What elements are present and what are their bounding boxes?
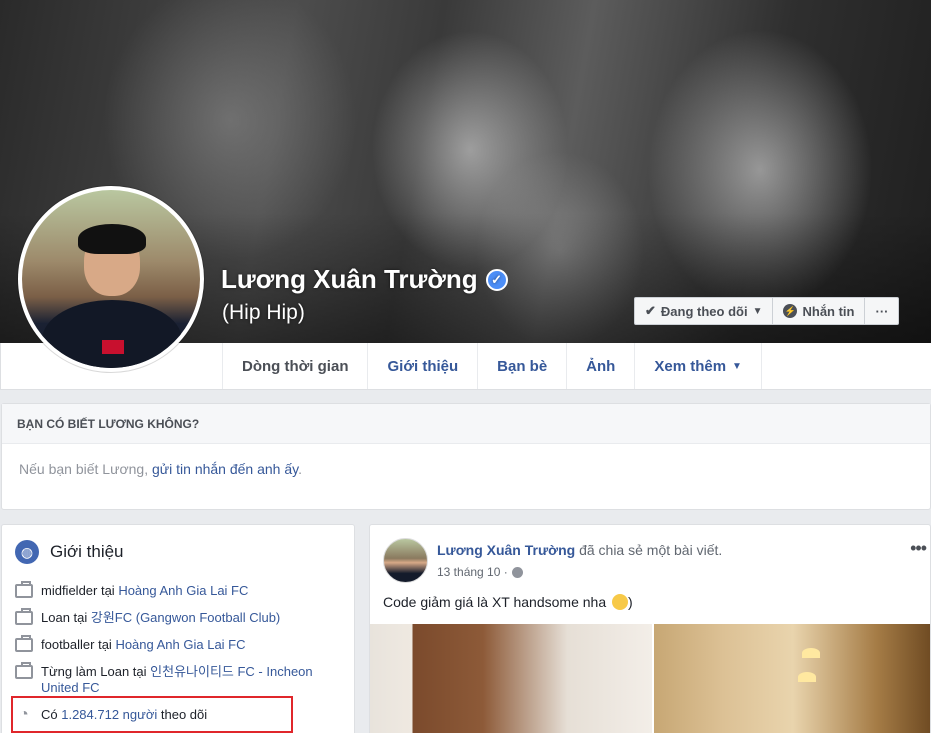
post-author-link[interactable]: Lương Xuân Trường bbox=[437, 542, 575, 558]
post-photo[interactable] bbox=[370, 624, 652, 733]
post-date[interactable]: 13 tháng 10 · bbox=[437, 565, 508, 579]
messenger-icon: ⚡ bbox=[783, 304, 798, 318]
post-text: Code giảm giá là XT handsome nha ) bbox=[383, 594, 633, 610]
check-icon: ✔ bbox=[645, 303, 656, 318]
lamp bbox=[802, 648, 820, 658]
did-you-know-body: Nếu bạn biết Lương, gửi tin nhắn đến anh… bbox=[2, 444, 930, 477]
tab-friends[interactable]: Bạn bè bbox=[477, 343, 566, 389]
lamp bbox=[798, 672, 816, 682]
pp-body bbox=[42, 300, 182, 368]
briefcase-icon bbox=[15, 581, 33, 598]
tab-photos-label: Ảnh bbox=[586, 357, 616, 375]
did-you-know-text: Nếu bạn biết Lương, bbox=[19, 461, 149, 477]
tab-timeline[interactable]: Dòng thời gian bbox=[222, 343, 367, 389]
followers-highlight-box bbox=[11, 696, 293, 733]
post-options-icon[interactable]: ••• bbox=[910, 538, 927, 559]
briefcase-icon bbox=[15, 662, 33, 679]
profile-name[interactable]: Lương Xuân Trường ✓ bbox=[221, 264, 508, 295]
profile-picture-image bbox=[22, 190, 200, 368]
intro-item: footballer tại Hoàng Anh Gia Lai FC bbox=[15, 635, 345, 653]
intro-title-text: Giới thiệu bbox=[50, 542, 124, 561]
did-you-know-heading: BẠN CÓ BIẾT LƯƠNG KHÔNG? bbox=[2, 404, 930, 444]
post-photo[interactable] bbox=[654, 624, 930, 733]
intro-item-prefix: Loan tại bbox=[41, 610, 91, 625]
caret-down-icon: ▼ bbox=[732, 360, 742, 372]
intro-item-prefix: midfielder tại bbox=[41, 583, 119, 598]
pp-flag bbox=[102, 340, 124, 354]
intro-item: Loan tại 강원FC (Gangwon Football Club) bbox=[15, 608, 345, 626]
did-you-know-card: BẠN CÓ BIẾT LƯƠNG KHÔNG? Nếu bạn biết Lư… bbox=[1, 403, 931, 510]
public-globe-icon bbox=[511, 566, 523, 578]
following-label: Đang theo dõi bbox=[660, 303, 748, 319]
tab-photos[interactable]: Ảnh bbox=[566, 343, 634, 389]
post-card: Lương Xuân Trường đã chia sẻ một bài viế… bbox=[369, 524, 931, 733]
more-options-button[interactable]: ··· bbox=[865, 297, 900, 325]
profile-name-text[interactable]: Lương Xuân Trường bbox=[221, 264, 478, 295]
intro-title: ◍ Giới thiệu bbox=[15, 540, 124, 564]
intro-item-text: Từng làm Loan tại 인천유나이티드 FC - Incheon U… bbox=[41, 664, 345, 696]
message-button[interactable]: ⚡ Nhắn tin bbox=[773, 297, 866, 325]
tab-about-label: Giới thiệu bbox=[387, 357, 459, 375]
tab-more[interactable]: Xem thêm ▼ bbox=[634, 343, 762, 389]
briefcase-icon bbox=[15, 635, 33, 652]
briefcase-icon bbox=[15, 608, 33, 625]
post-text-end: ) bbox=[628, 594, 633, 610]
intro-item-text: Loan tại 강원FC (Gangwon Football Club) bbox=[41, 610, 280, 626]
profile-picture[interactable] bbox=[18, 186, 204, 372]
post-action-text: đã chia sẻ một bài viết. bbox=[575, 542, 723, 558]
caret-down-icon: ▼ bbox=[752, 305, 763, 317]
did-you-know-period: . bbox=[298, 461, 302, 477]
intro-item-text: midfielder tại Hoàng Anh Gia Lai FC bbox=[41, 583, 248, 599]
tab-friends-label: Bạn bè bbox=[497, 357, 548, 375]
smile-emoji-icon bbox=[612, 594, 628, 610]
intro-item-prefix: Từng làm Loan tại bbox=[41, 664, 151, 679]
post-author-avatar[interactable] bbox=[383, 538, 428, 583]
intro-item: midfielder tại Hoàng Anh Gia Lai FC bbox=[15, 581, 345, 599]
tab-more-label: Xem thêm bbox=[654, 357, 727, 375]
intro-item-link[interactable]: 강원FC (Gangwon Football Club) bbox=[91, 610, 280, 625]
verified-badge-icon: ✓ bbox=[485, 268, 508, 291]
intro-item-text: footballer tại Hoàng Anh Gia Lai FC bbox=[41, 637, 246, 653]
following-button[interactable]: ✔ Đang theo dõi ▼ bbox=[634, 297, 774, 325]
globe-icon: ◍ bbox=[15, 540, 39, 564]
tab-about[interactable]: Giới thiệu bbox=[367, 343, 477, 389]
tab-timeline-label: Dòng thời gian bbox=[242, 357, 349, 375]
intro-card: ◍ Giới thiệu midfielder tại Hoàng Anh Gi… bbox=[1, 524, 355, 733]
cover-action-buttons: ✔ Đang theo dõi ▼ ⚡ Nhắn tin ··· bbox=[634, 297, 900, 325]
profile-alternate-name: (Hip Hip) bbox=[222, 301, 305, 324]
profile-tabs: Dòng thời gian Giới thiệu Bạn bè Ảnh Xem… bbox=[222, 343, 762, 389]
intro-item-prefix: footballer tại bbox=[41, 637, 116, 652]
intro-item-link[interactable]: Hoàng Anh Gia Lai FC bbox=[115, 637, 245, 652]
intro-item-link[interactable]: Hoàng Anh Gia Lai FC bbox=[118, 583, 248, 598]
intro-item: Từng làm Loan tại 인천유나이티드 FC - Incheon U… bbox=[15, 662, 345, 696]
message-label: Nhắn tin bbox=[802, 303, 855, 319]
more-dots-icon: ··· bbox=[875, 303, 889, 319]
post-meta: 13 tháng 10 · bbox=[437, 565, 523, 579]
send-message-link[interactable]: gửi tin nhắn đến anh ấy bbox=[152, 461, 298, 477]
post-text-content: Code giảm giá là XT handsome nha bbox=[383, 594, 607, 610]
pp-hair bbox=[78, 224, 146, 254]
post-header: Lương Xuân Trường đã chia sẻ một bài viế… bbox=[437, 542, 722, 558]
